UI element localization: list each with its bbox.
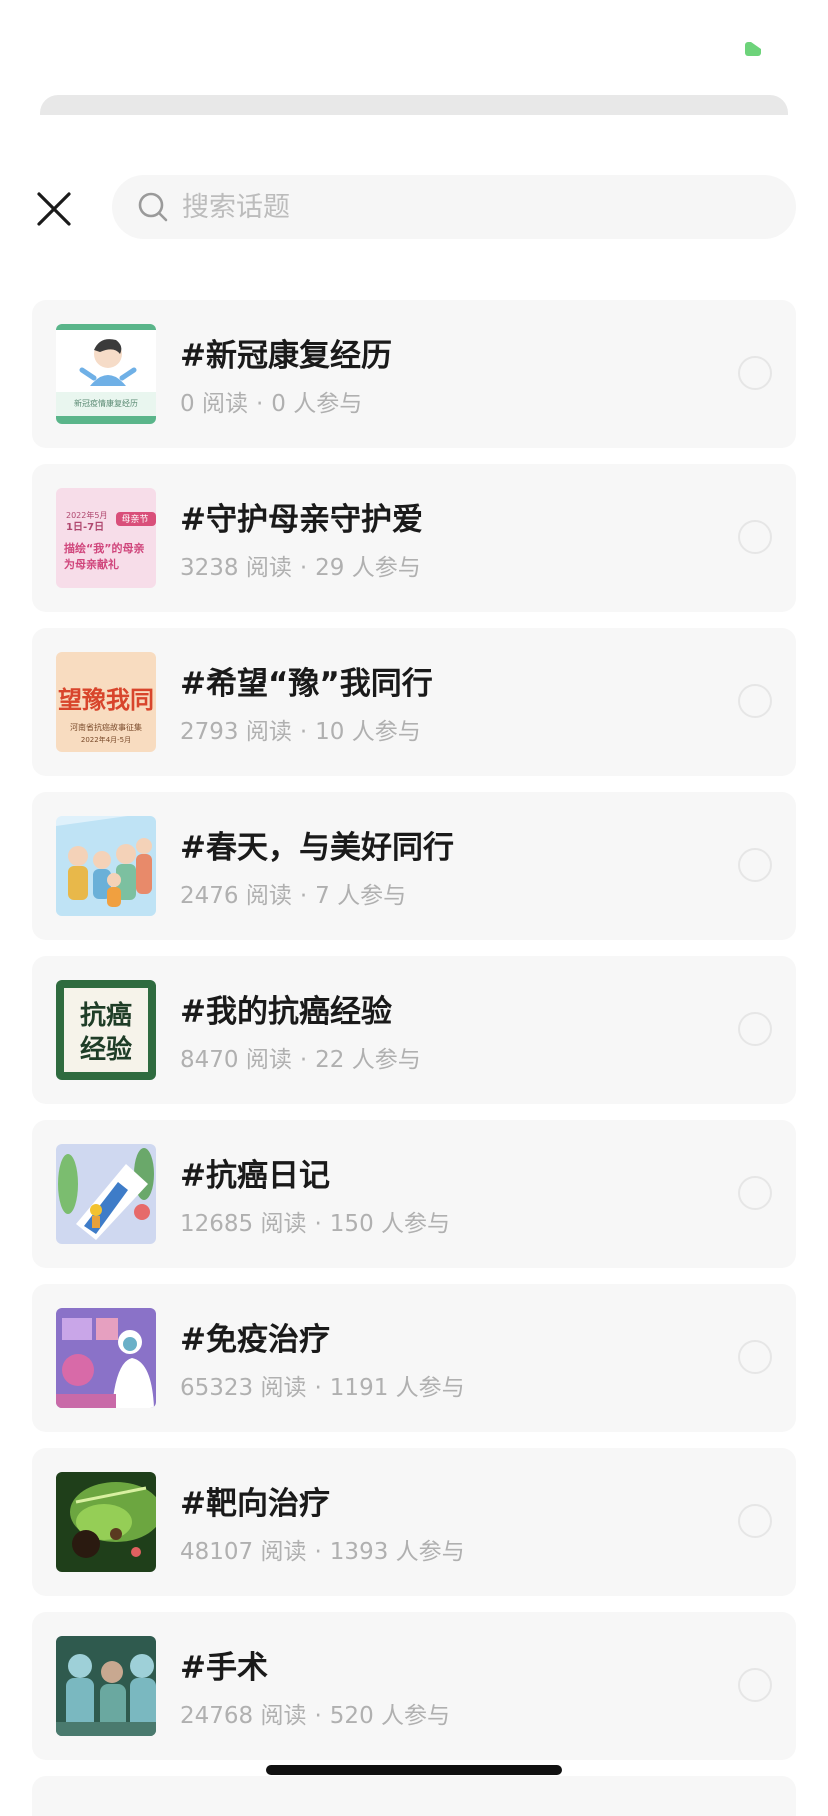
thumb-line2: 经验 (80, 1034, 132, 1065)
thumb-caption: 新冠疫情康复经历 (74, 398, 138, 408)
topic-reads: 2793 阅读 (180, 719, 292, 745)
topic-title: #手术 (180, 1650, 268, 1686)
topic-thumbnail (56, 1472, 156, 1572)
topic-thumbnail (56, 1636, 156, 1736)
thumb-date: 2022年5月 (66, 510, 107, 520)
topic-title: #新冠康复经历 (180, 338, 392, 374)
topic-reads: 0 阅读 (180, 391, 248, 417)
separator-dot: · (299, 555, 308, 581)
topic-stats: 3238 阅读 · 29 人参与 (180, 548, 421, 582)
topic-card[interactable]: #免疫治疗 65323 阅读 · 1191 人参与 (32, 1284, 796, 1432)
topic-participants: 1191 人参与 (329, 1375, 465, 1401)
topic-stats: 12685 阅读 · 150 人参与 (180, 1204, 450, 1238)
topic-title: #靶向治疗 (180, 1486, 330, 1522)
topic-card[interactable]: 新冠疫情康复经历 #新冠康复经历 0 阅读 · 0 人参与 (32, 300, 796, 448)
topic-stats: 2793 阅读 · 10 人参与 (180, 712, 421, 746)
topic-participants: 520 人参与 (329, 1703, 451, 1729)
topic-card[interactable]: 望豫我同 河南省抗癌故事征集 2022年4月-5月 #希望“豫”我同行 2793… (32, 628, 796, 776)
topic-thumbnail: 望豫我同 河南省抗癌故事征集 2022年4月-5月 (56, 652, 156, 752)
topic-reads: 3238 阅读 (180, 555, 292, 581)
topic-stats: 2476 阅读 · 7 人参与 (180, 876, 406, 910)
thumb-line1: 描绘“我”的母亲 (64, 541, 144, 555)
topic-select-radio[interactable] (738, 684, 772, 718)
topic-select-radio[interactable] (738, 356, 772, 390)
topic-select-radio[interactable] (738, 1668, 772, 1702)
topic-card[interactable]: #靶向治疗 48107 阅读 · 1393 人参与 (32, 1448, 796, 1596)
topic-select-radio[interactable] (738, 1176, 772, 1210)
thumb-line2: 为母亲献礼 (64, 557, 119, 571)
topic-reads: 65323 阅读 (180, 1375, 307, 1401)
separator-dot: · (255, 391, 264, 417)
topic-reads: 48107 阅读 (180, 1539, 307, 1565)
topic-stats: 48107 阅读 · 1393 人参与 (180, 1532, 465, 1566)
topic-select-radio[interactable] (738, 1340, 772, 1374)
search-input[interactable] (182, 175, 742, 239)
topic-card[interactable]: #抗癌日记 12685 阅读 · 150 人参与 (32, 1120, 796, 1268)
topic-thumbnail (56, 816, 156, 916)
thumb-tag: 母亲节 (121, 513, 148, 525)
topic-stats: 0 阅读 · 0 人参与 (180, 384, 362, 418)
topic-thumbnail: 母亲节 2022年5月 1日-7日 描绘“我”的母亲 为母亲献礼 (56, 488, 156, 588)
topic-title: #希望“豫”我同行 (180, 666, 433, 702)
topic-participants: 10 人参与 (315, 719, 421, 745)
topic-stats: 8470 阅读 · 22 人参与 (180, 1040, 421, 1074)
topic-participants: 7 人参与 (315, 883, 407, 909)
topic-thumbnail (56, 1144, 156, 1244)
thumb-line1: 河南省抗癌故事征集 (70, 722, 142, 732)
close-button[interactable] (32, 187, 76, 231)
topic-participants: 29 人参与 (315, 555, 421, 581)
thumb-line1: 抗癌 (80, 1000, 132, 1031)
topic-select-radio[interactable] (738, 848, 772, 882)
search-icon (138, 192, 168, 222)
topic-select-radio[interactable] (738, 1012, 772, 1046)
topic-title: #我的抗癌经验 (180, 994, 392, 1030)
sheet-top-bar (40, 95, 788, 115)
topic-reads: 8470 阅读 (180, 1047, 292, 1073)
topic-thumbnail: 新冠疫情康复经历 (56, 324, 156, 424)
thumb-date2: 1日-7日 (66, 521, 104, 533)
topic-card[interactable]: #手术 24768 阅读 · 520 人参与 (32, 1612, 796, 1760)
separator-dot: · (299, 719, 308, 745)
topic-card[interactable]: #春天，与美好同行 2476 阅读 · 7 人参与 (32, 792, 796, 940)
topic-participants: 150 人参与 (329, 1211, 451, 1237)
topic-card-partial[interactable] (32, 1776, 796, 1816)
topic-participants: 0 人参与 (271, 391, 363, 417)
separator-dot: · (314, 1703, 322, 1729)
topic-reads: 24768 阅读 (180, 1703, 307, 1729)
thumb-line2: 2022年4月-5月 (81, 735, 131, 744)
separator-dot: · (314, 1539, 322, 1565)
topic-title: #守护母亲守护爱 (180, 502, 423, 538)
topic-participants: 1393 人参与 (329, 1539, 465, 1565)
home-indicator[interactable] (266, 1765, 562, 1775)
search-row (0, 175, 828, 241)
topic-title: #免疫治疗 (180, 1322, 330, 1358)
topic-stats: 65323 阅读 · 1191 人参与 (180, 1368, 465, 1402)
separator-dot: · (314, 1375, 322, 1401)
search-box[interactable] (112, 175, 796, 239)
close-icon (37, 192, 71, 226)
topic-reads: 12685 阅读 (180, 1211, 307, 1237)
topic-card[interactable]: 抗癌 经验 #我的抗癌经验 8470 阅读 · 22 人参与 (32, 956, 796, 1104)
topic-stats: 24768 阅读 · 520 人参与 (180, 1696, 450, 1730)
topic-title: #抗癌日记 (180, 1158, 330, 1194)
topic-reads: 2476 阅读 (180, 883, 292, 909)
topic-select-radio[interactable] (738, 520, 772, 554)
topic-thumbnail: 抗癌 经验 (56, 980, 156, 1080)
topic-thumbnail (56, 1308, 156, 1408)
separator-dot: · (314, 1211, 322, 1237)
status-icon (745, 42, 761, 56)
thumb-big: 望豫我同 (58, 685, 154, 714)
separator-dot: · (299, 1047, 308, 1073)
separator-dot: · (299, 883, 308, 909)
topic-participants: 22 人参与 (315, 1047, 421, 1073)
topic-select-radio[interactable] (738, 1504, 772, 1538)
topic-title: #春天，与美好同行 (180, 830, 454, 866)
topic-card[interactable]: 母亲节 2022年5月 1日-7日 描绘“我”的母亲 为母亲献礼 #守护母亲守护… (32, 464, 796, 612)
